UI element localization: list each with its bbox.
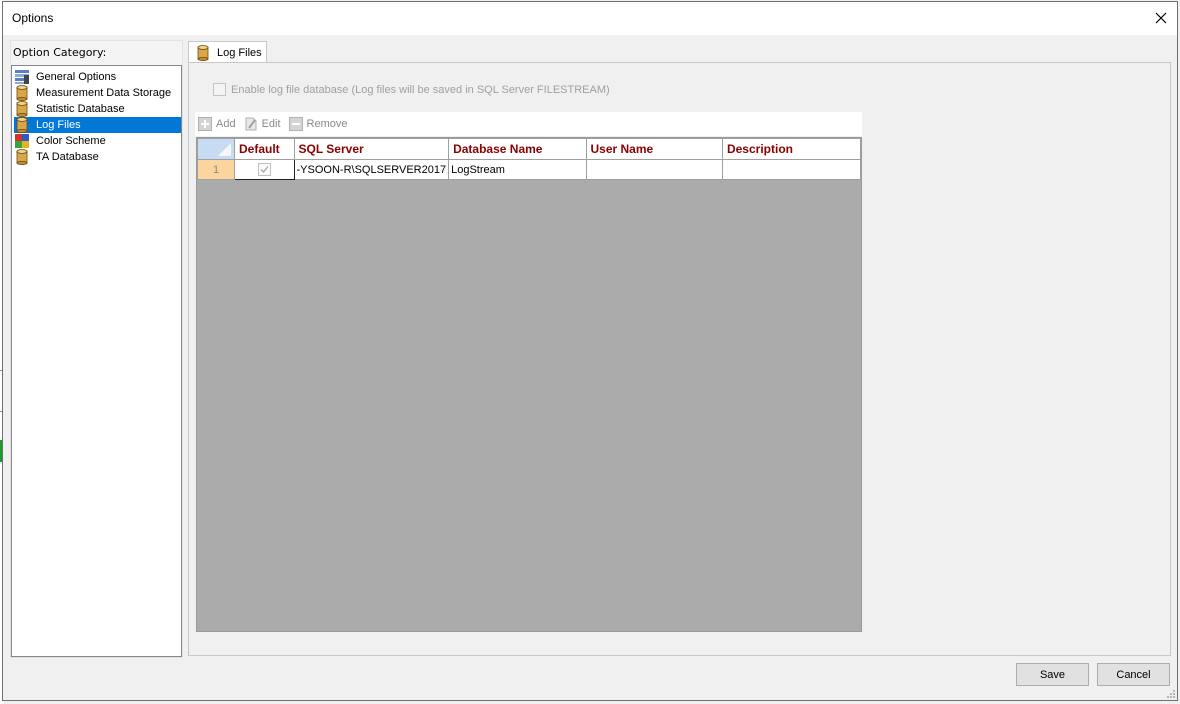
options-dialog: Options Option Category: General Options: [2, 1, 1178, 701]
tab-label: Log Files: [217, 46, 262, 59]
add-label: Add: [216, 118, 236, 130]
log-database-grid[interactable]: Default SQL Server Database Name User Na…: [196, 137, 862, 632]
category-item-color-scheme[interactable]: Color Scheme: [14, 133, 181, 149]
enable-log-row: Enable log file database (Log files will…: [213, 83, 610, 96]
category-item-general-options[interactable]: General Options: [14, 69, 181, 85]
window-title: Options: [12, 11, 54, 25]
user-name-cell[interactable]: [585, 159, 723, 180]
category-item-label: TA Database: [36, 151, 99, 163]
log-files-panel: Enable log file database (Log files will…: [188, 62, 1171, 656]
table-row[interactable]: 1 -YSOON-R\SQLSERVER2017 LogStream: [197, 159, 862, 180]
category-item-label: Measurement Data Storage: [36, 87, 172, 99]
column-header-sql-server[interactable]: SQL Server: [293, 138, 450, 160]
plus-icon: [198, 117, 212, 131]
category-item-ta-database[interactable]: TA Database: [14, 149, 181, 165]
title-bar[interactable]: Options: [3, 2, 1177, 35]
edit-button[interactable]: Edit: [244, 117, 281, 131]
tab-log-files[interactable]: Log Files: [188, 41, 267, 63]
general-options-icon: [14, 69, 30, 85]
select-all-corner[interactable]: [197, 138, 235, 160]
edit-label: Edit: [261, 118, 281, 130]
category-list[interactable]: General Options Measurement Data Storage: [11, 65, 182, 657]
database-icon: [197, 44, 211, 61]
sql-server-cell[interactable]: -YSOON-R\SQLSERVER2017: [293, 159, 450, 180]
enable-log-label: Enable log file database (Log files will…: [231, 83, 610, 96]
description-cell[interactable]: [721, 159, 862, 180]
cancel-button[interactable]: Cancel: [1097, 663, 1170, 686]
category-item-label: General Options: [36, 71, 117, 83]
minus-icon: [288, 117, 303, 131]
remove-button[interactable]: Remove: [288, 117, 348, 131]
color-scheme-icon: [14, 133, 30, 149]
column-header-default[interactable]: Default: [234, 138, 295, 160]
category-item-measurement-data-storage[interactable]: Measurement Data Storage: [14, 85, 181, 101]
default-cell[interactable]: [234, 159, 295, 180]
default-checkbox[interactable]: [257, 163, 271, 176]
database-icon: [14, 149, 30, 165]
database-icon: [14, 85, 30, 101]
category-item-statistic-database[interactable]: Statistic Database: [14, 101, 181, 117]
category-label: Option Category:: [13, 46, 107, 59]
grid-toolbar: Add Edit Remove: [195, 112, 862, 136]
row-number[interactable]: 1: [197, 159, 235, 180]
category-item-label: Statistic Database: [36, 103, 125, 115]
close-button[interactable]: [1145, 2, 1177, 34]
category-item-log-files[interactable]: Log Files: [14, 117, 181, 133]
enable-log-checkbox[interactable]: [213, 83, 226, 96]
column-header-database-name[interactable]: Database Name: [448, 138, 587, 160]
database-icon: [14, 101, 30, 117]
category-item-label: Log Files: [36, 119, 81, 131]
resize-grip-icon[interactable]: [1165, 688, 1175, 698]
database-icon: [14, 117, 30, 133]
column-header-description[interactable]: Description: [721, 138, 862, 160]
category-item-label: Color Scheme: [36, 135, 106, 147]
edit-icon: [244, 117, 258, 131]
remove-label: Remove: [306, 118, 348, 130]
add-button[interactable]: Add: [198, 117, 236, 131]
checkmark-icon: [260, 166, 269, 173]
database-name-cell[interactable]: LogStream: [448, 159, 587, 180]
close-icon: [1155, 12, 1167, 24]
column-header-user-name[interactable]: User Name: [585, 138, 723, 160]
save-button[interactable]: Save: [1016, 663, 1089, 686]
